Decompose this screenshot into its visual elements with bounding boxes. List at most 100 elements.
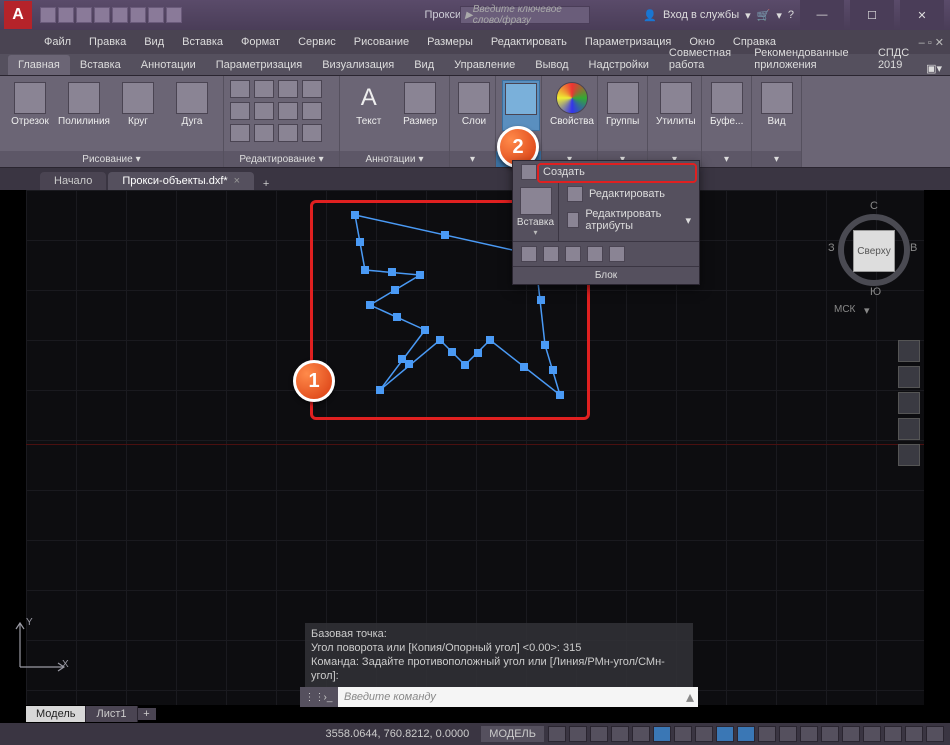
document-tab[interactable]: Прокси-объекты.dxf*× bbox=[108, 172, 254, 190]
lineweight-toggle-icon[interactable] bbox=[674, 726, 692, 742]
trim-icon[interactable] bbox=[278, 80, 298, 98]
block-edit-item[interactable]: Редактировать bbox=[559, 183, 699, 205]
ortho-toggle-icon[interactable] bbox=[590, 726, 608, 742]
hardware-accel-icon[interactable] bbox=[884, 726, 902, 742]
line-button[interactable]: Отрезок bbox=[6, 80, 54, 129]
qat-save-icon[interactable] bbox=[76, 7, 92, 23]
panel-view-expand[interactable]: ▾ bbox=[752, 151, 801, 167]
qat-plot-icon[interactable] bbox=[112, 7, 128, 23]
menu-edit[interactable]: Правка bbox=[81, 33, 134, 51]
transparency-toggle-icon[interactable] bbox=[695, 726, 713, 742]
menu-modify[interactable]: Редактировать bbox=[483, 33, 575, 51]
mirror-icon[interactable] bbox=[254, 102, 274, 120]
add-layout-button[interactable]: + bbox=[138, 708, 156, 720]
menu-insert[interactable]: Вставка bbox=[174, 33, 231, 51]
command-line[interactable]: ⋮⋮›_ Введите команду ▴ bbox=[300, 687, 698, 707]
cycling-toggle-icon[interactable] bbox=[716, 726, 734, 742]
view-button[interactable]: Вид bbox=[758, 80, 795, 129]
properties-button[interactable]: Свойства bbox=[548, 80, 596, 129]
block-edit-attrs-item[interactable]: Редактировать атрибуты ▾ bbox=[559, 205, 699, 235]
groups-button[interactable]: Группы bbox=[604, 80, 641, 129]
block-tool-1-icon[interactable] bbox=[521, 246, 537, 262]
ribbon-tab-annotate[interactable]: Аннотации bbox=[131, 55, 206, 75]
command-input[interactable]: Введите команду bbox=[338, 687, 682, 707]
ribbon-tab-featured[interactable]: Рекомендованные приложения bbox=[744, 43, 868, 75]
menu-draw[interactable]: Рисование bbox=[346, 33, 417, 51]
fillet-icon[interactable] bbox=[278, 102, 298, 120]
move-icon[interactable] bbox=[230, 80, 250, 98]
utilities-button[interactable]: Утилиты bbox=[654, 80, 698, 129]
workspace-icon[interactable] bbox=[800, 726, 818, 742]
scale-icon[interactable] bbox=[254, 124, 274, 142]
quickprops-icon[interactable] bbox=[758, 726, 776, 742]
annomon-icon[interactable] bbox=[821, 726, 839, 742]
isolate-icon[interactable] bbox=[863, 726, 881, 742]
qat-saveas-icon[interactable] bbox=[94, 7, 110, 23]
menu-format[interactable]: Формат bbox=[233, 33, 288, 51]
menu-tools[interactable]: Сервис bbox=[290, 33, 344, 51]
cart-icon[interactable]: 🛒 bbox=[757, 9, 771, 22]
panel-anno-title[interactable]: Аннотации ▾ bbox=[340, 151, 449, 167]
user-icon[interactable]: 👤 bbox=[643, 9, 657, 22]
circle-button[interactable]: Круг bbox=[114, 80, 162, 129]
chevron-down-icon[interactable]: ▾ bbox=[776, 9, 782, 22]
ucs-label[interactable]: МСК bbox=[834, 304, 855, 315]
ribbon-tab-home[interactable]: Главная bbox=[8, 55, 70, 75]
chevron-down-icon[interactable]: ▾ bbox=[745, 9, 751, 22]
new-tab-button[interactable]: + bbox=[256, 178, 276, 190]
snap-toggle-icon[interactable] bbox=[569, 726, 587, 742]
model-tab[interactable]: Модель bbox=[26, 706, 86, 722]
layers-button[interactable]: Слои bbox=[456, 80, 492, 129]
dimension-button[interactable]: Размер bbox=[398, 80, 444, 129]
polar-toggle-icon[interactable] bbox=[611, 726, 629, 742]
block-tool-3-icon[interactable] bbox=[565, 246, 581, 262]
qat-redo-icon[interactable] bbox=[148, 7, 164, 23]
block-tool-4-icon[interactable] bbox=[587, 246, 603, 262]
ribbon-tab-addins[interactable]: Надстройки bbox=[579, 55, 659, 75]
status-model-button[interactable]: МОДЕЛЬ bbox=[481, 726, 544, 742]
menu-dimension[interactable]: Размеры bbox=[419, 33, 481, 51]
array-icon[interactable] bbox=[278, 124, 298, 142]
ribbon-collapse-icon[interactable]: ▣▾ bbox=[926, 62, 950, 75]
nav-wheel-icon[interactable] bbox=[898, 340, 920, 362]
polyline-button[interactable]: Полилиния bbox=[60, 80, 108, 129]
command-handle[interactable]: ⋮⋮›_ bbox=[300, 687, 338, 707]
annoscale-icon[interactable] bbox=[779, 726, 797, 742]
stretch-icon[interactable] bbox=[230, 124, 250, 142]
qat-open-icon[interactable] bbox=[58, 7, 74, 23]
offset-icon[interactable] bbox=[302, 124, 322, 142]
nav-pan-icon[interactable] bbox=[898, 366, 920, 388]
panel-modify-title[interactable]: Редактирование ▾ bbox=[224, 151, 339, 167]
ribbon-tab-collab[interactable]: Совместная работа bbox=[659, 43, 744, 75]
customize-icon[interactable] bbox=[926, 726, 944, 742]
login-label[interactable]: Вход в службы bbox=[663, 9, 739, 21]
help-icon[interactable]: ? bbox=[788, 9, 794, 21]
clipboard-button[interactable]: Буфе... bbox=[708, 80, 745, 129]
command-history-icon[interactable]: ▴ bbox=[682, 687, 698, 707]
qat-print-icon[interactable] bbox=[166, 7, 182, 23]
ucs-icon[interactable]: Y X bbox=[12, 615, 72, 675]
viewcube-top-face[interactable]: Сверху bbox=[853, 230, 895, 272]
view-cube[interactable]: Сверху С Ю З В МСК ▾ bbox=[828, 200, 918, 320]
block-create-item[interactable]: Создать bbox=[513, 161, 699, 183]
nav-orbit-icon[interactable] bbox=[898, 418, 920, 440]
panel-clip-expand[interactable]: ▾ bbox=[702, 151, 751, 167]
viewcube-menu-icon[interactable]: ▾ bbox=[864, 304, 874, 314]
text-button[interactable]: AТекст bbox=[346, 80, 392, 129]
arc-button[interactable]: Дуга bbox=[168, 80, 216, 129]
nav-zoom-icon[interactable] bbox=[898, 392, 920, 414]
ribbon-tab-parametric[interactable]: Параметризация bbox=[206, 55, 312, 75]
insert-block-icon[interactable] bbox=[520, 187, 552, 215]
ribbon-tab-insert[interactable]: Вставка bbox=[70, 55, 131, 75]
erase-icon[interactable] bbox=[302, 80, 322, 98]
cleanscreen-icon[interactable] bbox=[905, 726, 923, 742]
block-panel-footer[interactable]: Блок bbox=[513, 266, 699, 284]
copy-icon[interactable] bbox=[230, 102, 250, 120]
ribbon-tab-spds[interactable]: СПДС 2019 bbox=[868, 43, 926, 75]
panel-layers-expand[interactable]: ▾ bbox=[450, 151, 495, 167]
menu-file[interactable]: Файл bbox=[36, 33, 79, 51]
panel-draw-title[interactable]: Рисование ▾ bbox=[0, 151, 223, 167]
app-logo[interactable]: A bbox=[4, 1, 32, 29]
block-button[interactable]: Блок bbox=[502, 80, 540, 131]
dynamic-input-icon[interactable] bbox=[737, 726, 755, 742]
